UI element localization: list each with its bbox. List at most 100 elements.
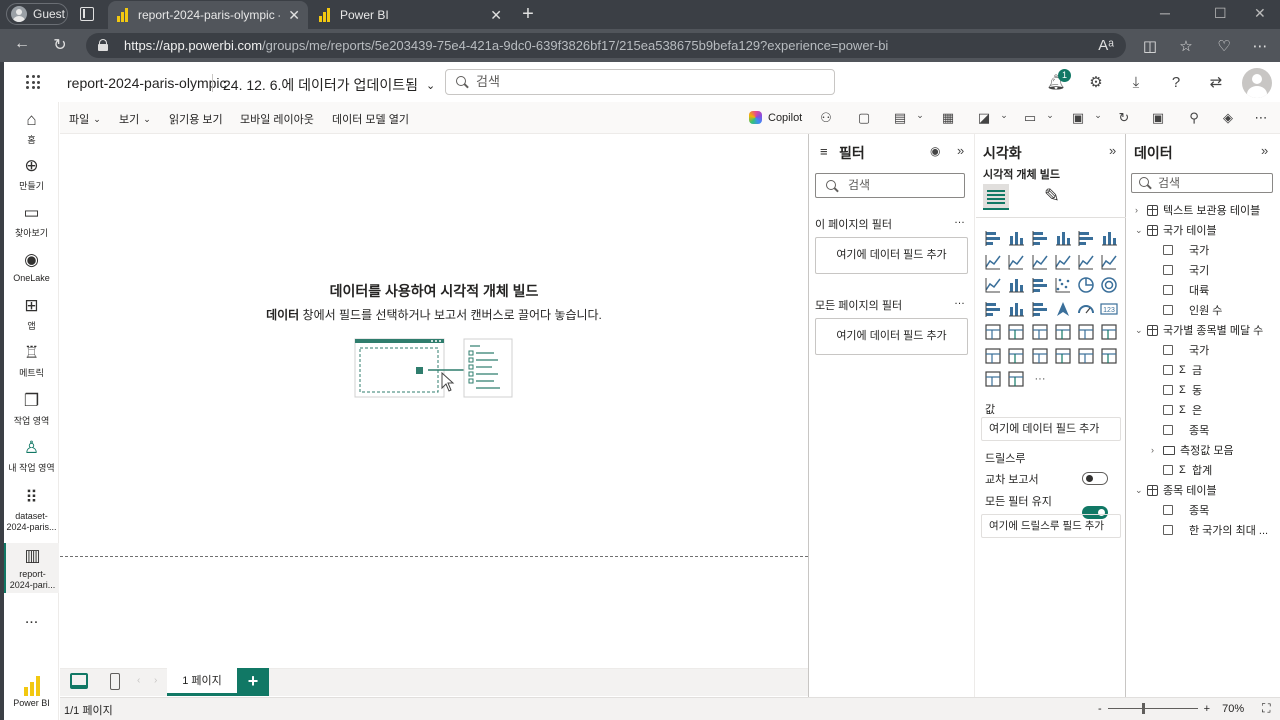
account-avatar[interactable] (1242, 68, 1272, 98)
refresh-visuals-icon[interactable]: ↻ (1116, 110, 1132, 126)
browser-tab-powerbi[interactable]: Power BI ✕ (310, 1, 510, 29)
layout-icon[interactable]: ▣ (1070, 110, 1086, 126)
ribbon-chart-icon[interactable] (983, 275, 1003, 295)
python-visual-icon[interactable] (1006, 369, 1026, 389)
collapse-viz-icon[interactable]: » (1109, 143, 1116, 158)
field-checkbox[interactable] (1163, 245, 1173, 255)
split-screen-icon[interactable]: ◫ (1140, 37, 1160, 55)
build-visual-tab[interactable] (983, 184, 1009, 210)
report-name[interactable]: report-2024-paris-olympic (67, 75, 227, 91)
nav-my-workspace[interactable]: ♙ 내 작업 영역 (4, 438, 59, 474)
tab-actions-icon[interactable] (80, 7, 94, 21)
data-field-item[interactable]: Σ금 (1135, 360, 1275, 380)
treemap-icon[interactable] (983, 299, 1003, 319)
chevron-down-icon[interactable]: ⌄ (1135, 225, 1147, 236)
chevron-down-icon[interactable]: ⌄ (912, 110, 928, 121)
back-icon[interactable]: ← (12, 35, 32, 53)
card-icon[interactable]: 123 (1099, 299, 1119, 319)
chevron-down-icon[interactable]: ⌄ (1135, 325, 1147, 336)
search-input[interactable]: 검색 (445, 69, 835, 95)
help-icon[interactable]: ? (1166, 73, 1186, 93)
field-checkbox[interactable] (1163, 385, 1173, 395)
data-field-item[interactable]: 종목 (1135, 500, 1275, 520)
app-launcher-icon[interactable] (26, 75, 40, 89)
pie-chart-icon[interactable] (1076, 275, 1096, 295)
table-icon[interactable] (1053, 322, 1073, 342)
more-icon[interactable]: ... (4, 610, 59, 628)
stacked-area-icon[interactable] (1030, 252, 1050, 272)
nav-report[interactable]: ▥ report-2024-pari... (4, 543, 59, 593)
field-checkbox[interactable] (1163, 365, 1173, 375)
data-field-item[interactable]: Σ 합계 (1135, 460, 1275, 480)
field-checkbox[interactable] (1163, 525, 1173, 535)
present-icon[interactable]: ▭ (1022, 110, 1038, 126)
field-checkbox[interactable] (1163, 465, 1173, 475)
drillthrough-drop-zone[interactable]: 여기에 드릴스루 필드 추가 (981, 514, 1121, 538)
collapse-data-icon[interactable]: » (1261, 143, 1268, 158)
close-tab-icon[interactable]: ✕ (288, 7, 300, 24)
line-chart-icon[interactable] (983, 252, 1003, 272)
download-icon[interactable]: ⤓ (1126, 73, 1146, 93)
data-table-item[interactable]: ⌄ 종목 테이블 (1135, 480, 1275, 500)
funnel-icon[interactable] (1030, 275, 1050, 295)
zoom-out-icon[interactable]: - (1098, 703, 1102, 715)
stacked-column-icon[interactable] (1006, 228, 1026, 248)
line-stacked-column-icon[interactable] (1076, 252, 1096, 272)
shapes-icon[interactable]: ◪ (976, 110, 992, 126)
fit-to-page-icon[interactable]: ⛶ (1262, 701, 1270, 716)
lock-icon[interactable] (98, 39, 108, 51)
data-field-item[interactable]: 국가 (1135, 340, 1275, 360)
decomposition-tree-icon[interactable] (983, 346, 1003, 366)
nav-home[interactable]: ⌂ 홈 (4, 110, 59, 146)
gauge-icon[interactable] (1076, 299, 1096, 319)
qa-icon[interactable] (1006, 346, 1026, 366)
field-checkbox[interactable] (1163, 425, 1173, 435)
area-chart-icon[interactable] (1006, 252, 1026, 272)
desktop-layout-icon[interactable] (70, 673, 88, 689)
nav-onelake[interactable]: ◉ OneLake (4, 250, 59, 283)
browser-tab-report[interactable]: report-2024-paris-olympic - Power BI ✕ (108, 1, 308, 29)
chevron-right-icon[interactable]: › (1135, 205, 1147, 215)
field-checkbox[interactable] (1163, 405, 1173, 415)
data-field-item[interactable]: 종목 (1135, 420, 1275, 440)
page-icon[interactable]: ▦ (940, 110, 956, 126)
waterfall-icon[interactable] (1006, 275, 1026, 295)
copilot-button[interactable]: Copilot (749, 111, 802, 124)
next-page-icon[interactable]: › (154, 675, 157, 686)
share-feedback-icon[interactable]: ⇄ (1206, 73, 1226, 93)
power-apps-icon[interactable] (1099, 346, 1119, 366)
chevron-right-icon[interactable]: › (1151, 445, 1163, 455)
clustered-column-icon[interactable] (1053, 228, 1073, 248)
data-field-item[interactable]: Σ동 (1135, 380, 1275, 400)
maximize-icon[interactable]: ☐ (1214, 5, 1227, 22)
data-updated-dropdown[interactable]: 24. 12. 6.에 데이터가 업데이트됨 ⌄ (223, 75, 435, 95)
read-aloud-icon[interactable]: Aᵃ (1096, 37, 1116, 54)
new-tab-icon[interactable]: + (518, 3, 538, 26)
pin-icon[interactable]: ⚲ (1186, 110, 1202, 126)
chevron-down-icon[interactable]: ⌄ (1090, 110, 1106, 121)
filter-search-input[interactable]: 검색 (815, 173, 965, 198)
map-icon[interactable] (1006, 299, 1026, 319)
minimize-icon[interactable]: ─ (1160, 5, 1170, 21)
address-bar[interactable]: https://app.powerbi.com/groups/me/report… (86, 33, 1126, 58)
kpi-icon[interactable] (1006, 322, 1026, 342)
nav-apps[interactable]: ⊞ 앱 (4, 296, 59, 332)
power-automate-icon[interactable] (983, 369, 1003, 389)
more-options-icon[interactable]: ⋯ (1253, 110, 1269, 126)
eye-icon[interactable]: ◉ (930, 144, 940, 158)
data-folder-item[interactable]: › 측정값 모음 (1135, 440, 1275, 460)
settings-icon[interactable]: ⚙ (1086, 73, 1106, 93)
format-visual-tab[interactable]: ✎ (1040, 184, 1064, 210)
filled-map-icon[interactable] (1030, 299, 1050, 319)
azure-map-icon[interactable] (1053, 299, 1073, 319)
slicer-icon[interactable] (1030, 322, 1050, 342)
prev-page-icon[interactable]: ‹ (137, 675, 140, 686)
cross-report-toggle[interactable] (1082, 472, 1108, 485)
refresh-icon[interactable]: ↻ (50, 35, 70, 55)
nav-browse[interactable]: ▭ 찾아보기 (4, 203, 59, 239)
powerbi-brand[interactable]: Power BI (4, 676, 59, 708)
favorites-icon[interactable]: ☆ (1176, 37, 1196, 55)
profile-button[interactable]: Guest (6, 3, 68, 25)
donut-chart-icon[interactable] (1099, 275, 1119, 295)
scatter-icon[interactable] (1053, 275, 1073, 295)
